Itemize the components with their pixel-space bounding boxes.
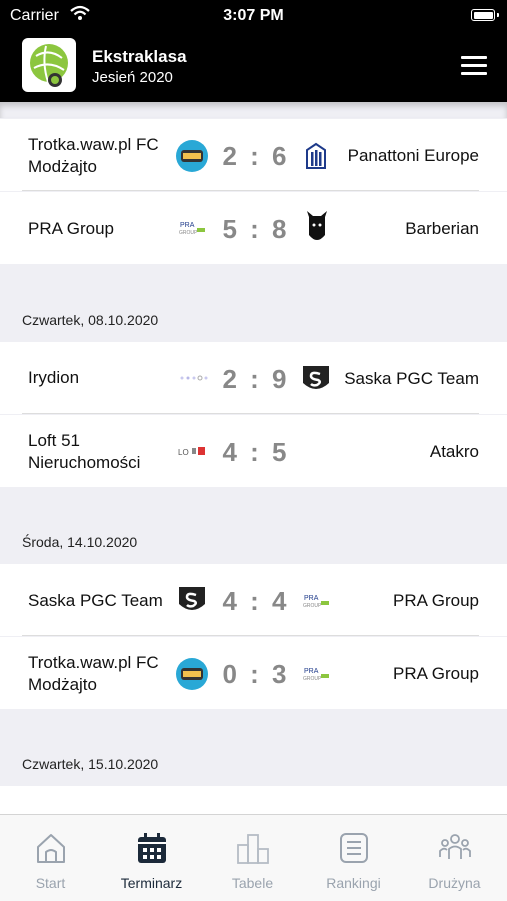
svg-text:GROUP: GROUP	[303, 676, 322, 682]
away-team: Barberian	[405, 219, 479, 238]
loft51-badge-icon: LO	[178, 447, 205, 457]
fixtures-list[interactable]: Trotka.waw.pl FC Modżajto 2 : 6 Panatton…	[0, 102, 507, 814]
score: 5 : 8	[222, 214, 290, 244]
league-title: Ekstraklasa	[92, 47, 187, 66]
team-icon	[439, 834, 471, 859]
pra-group-badge-icon: PRA GROUP	[179, 222, 205, 236]
svg-text:GROUP: GROUP	[303, 603, 322, 609]
tab-label: Start	[35, 875, 66, 891]
pra-group-badge-icon: PRA GROUP	[303, 668, 329, 682]
match-row[interactable]: Saska PGC Team 4 : 4 PRA GROUP PRA Group	[0, 564, 507, 636]
panattoni-badge-icon	[306, 142, 326, 169]
tab-start[interactable]: Start	[0, 815, 101, 901]
trotka-badge-icon	[176, 658, 208, 690]
away-team: PRA Group	[393, 591, 479, 610]
home-team: Trotka.waw.pl FC Modżajto	[28, 135, 159, 176]
season-subtitle: Jesień 2020	[92, 69, 173, 86]
battery-icon	[471, 9, 495, 21]
podium-icon	[237, 834, 269, 864]
tab-terminarz[interactable]: Terminarz	[101, 815, 202, 901]
svg-text:PRA: PRA	[304, 668, 319, 675]
home-team: Loft 51 Nieruchomości	[28, 431, 141, 472]
tab-druzyna[interactable]: Drużyna	[404, 815, 505, 901]
svg-text:LO: LO	[178, 448, 189, 457]
away-team: Atakro	[429, 442, 479, 461]
clock: 3:07 PM	[223, 7, 284, 24]
home-team: Irydion	[28, 368, 80, 387]
tab-label: Drużyna	[428, 875, 481, 891]
match-row[interactable]	[0, 786, 507, 814]
section-date: Czwartek, 15.10.2020	[22, 756, 159, 772]
away-team: Panattoni Europe	[347, 146, 479, 165]
away-team: PRA Group	[393, 664, 479, 683]
home-team: Saska PGC Team	[28, 591, 163, 610]
home-team: Trotka.waw.pl FC Modżajto	[28, 653, 159, 694]
score: 4 : 4	[222, 586, 290, 616]
svg-text:PRA: PRA	[180, 222, 195, 229]
tab-label: Tabele	[231, 875, 274, 891]
list-icon	[340, 833, 368, 863]
app-header: Ekstraklasa Jesień 2020	[0, 32, 507, 102]
match-row[interactable]: Trotka.waw.pl FC Modżajto 2 : 6 Panatton…	[0, 119, 507, 191]
house-icon	[37, 834, 65, 863]
status-bar: Carrier 3:07 PM	[0, 0, 507, 32]
match-row[interactable]: Loft 51 Nieruchomości LO 4 : 5 Atakro	[0, 415, 507, 487]
tab-label: Terminarz	[120, 875, 183, 891]
saska-pgc-badge-icon	[179, 587, 205, 610]
tab-bar: Start Terminarz Tabele Rankingi Drużyna	[0, 814, 507, 901]
section-date: Czwartek, 08.10.2020	[22, 312, 159, 328]
tab-rankingi[interactable]: Rankingi	[303, 815, 404, 901]
away-team: Saska PGC Team	[344, 369, 479, 388]
barberian-badge-icon	[307, 211, 327, 240]
saska-pgc-badge-icon	[303, 366, 329, 389]
league-logo	[22, 38, 76, 92]
score: 0 : 3	[222, 659, 290, 689]
hamburger-menu-icon[interactable]	[461, 56, 487, 76]
tab-tabele[interactable]: Tabele	[202, 815, 303, 901]
score: 4 : 5	[222, 437, 290, 467]
home-team: PRA Group	[28, 219, 114, 238]
calendar-icon	[138, 833, 166, 863]
svg-text:GROUP: GROUP	[179, 230, 198, 236]
section-header-partial	[0, 102, 507, 118]
section-date: Środa, 14.10.2020	[22, 534, 138, 550]
trotka-badge-icon	[176, 140, 208, 172]
match-row[interactable]: PRA Group PRA GROUP 5 : 8 Barberian	[0, 192, 507, 264]
svg-text:PRA: PRA	[304, 595, 319, 602]
pra-group-badge-icon: PRA GROUP	[303, 595, 329, 609]
score: 2 : 9	[222, 364, 290, 394]
irydion-badge-icon	[180, 375, 208, 381]
tab-label: Rankingi	[326, 875, 381, 891]
match-row[interactable]: Trotka.waw.pl FC Modżajto 0 : 3 PRA GROU…	[0, 637, 507, 709]
score: 2 : 6	[222, 141, 290, 171]
match-row[interactable]: Irydion 2 : 9 Saska PGC Team	[0, 342, 507, 414]
